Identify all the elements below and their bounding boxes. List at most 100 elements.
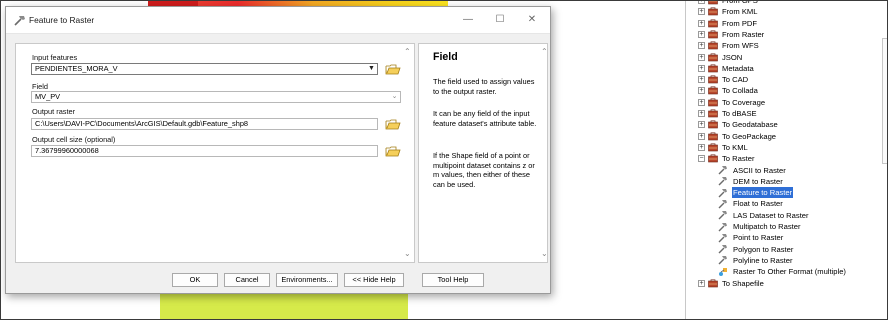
scroll-up-icon[interactable]: ⌃	[404, 47, 411, 56]
expand-icon[interactable]: +	[698, 64, 705, 72]
browse-folder-icon[interactable]	[385, 144, 401, 158]
toolset-icon	[708, 132, 718, 140]
ok-button[interactable]: OK	[172, 273, 218, 287]
minimize-button[interactable]: —	[456, 13, 480, 27]
toolset-item[interactable]: + From WFS	[698, 40, 760, 51]
toolbox-tree: + From GPS + From KML + From PDF + From Raster +…	[686, 0, 888, 320]
toolset-item[interactable]: + To KML	[698, 142, 749, 153]
toolset-item[interactable]: + From PDF	[698, 18, 758, 29]
toolset-icon	[708, 154, 718, 163]
scroll-down-icon[interactable]: ⌄	[404, 249, 411, 258]
output-raster-input[interactable]: C:\Users\DAVI-PC\Documents\ArcGIS\Defaul…	[31, 118, 378, 130]
toolset-item[interactable]: + To Shapefile	[698, 278, 765, 289]
expand-icon[interactable]: +	[698, 53, 705, 61]
collapse-icon[interactable]: −	[698, 155, 705, 163]
input-features-value: PENDIENTES_MORA_V	[35, 64, 118, 73]
chevron-down-icon[interactable]: ⌄	[389, 92, 400, 102]
hammer-icon	[718, 256, 727, 265]
tool-item[interactable]: Float to Raster	[718, 198, 784, 209]
tool-item[interactable]: Polyline to Raster	[718, 255, 794, 266]
toolset-item[interactable]: + To CAD	[698, 74, 749, 85]
toolset-item[interactable]: + JSON	[698, 52, 743, 63]
toolset-item[interactable]: + To Geodatabase	[698, 119, 779, 130]
input-features-dropdown[interactable]: PENDIENTES_MORA_V ▼	[31, 63, 378, 75]
cell-size-input[interactable]: 7.36799960000068	[31, 145, 378, 157]
toolset-icon	[708, 41, 718, 50]
tree-item-label: To KML	[722, 142, 748, 152]
toolset-item[interactable]: − To Raster	[698, 153, 756, 164]
feature-to-raster-dialog: Feature to Raster — ☐ ✕ Input features P…	[5, 6, 551, 294]
tool-help-button[interactable]: Tool Help	[422, 273, 484, 287]
environments-button[interactable]: Environments...	[276, 273, 338, 287]
toolset-icon	[708, 109, 718, 118]
expand-icon[interactable]: +	[698, 279, 705, 287]
hammer-icon	[718, 199, 727, 209]
chevron-down-icon[interactable]: ▼	[366, 64, 377, 74]
tree-item-label: JSON	[722, 52, 743, 62]
output-raster-label: Output raster	[32, 107, 76, 116]
expand-icon[interactable]: +	[698, 76, 705, 84]
expand-icon[interactable]: +	[698, 19, 705, 27]
browse-folder-icon[interactable]	[385, 62, 401, 76]
expand-icon[interactable]: +	[698, 132, 705, 140]
expand-icon[interactable]: +	[698, 30, 705, 38]
toolset-icon	[708, 278, 718, 287]
tree-item-label: Feature to Raster	[732, 187, 794, 199]
toolset-icon	[708, 143, 718, 152]
hide-help-button[interactable]: << Hide Help	[344, 273, 404, 287]
tool-item[interactable]: DEM to Raster	[718, 176, 784, 187]
tool-item[interactable]: Polygon to Raster	[718, 244, 794, 255]
expand-icon[interactable]: +	[698, 110, 705, 117]
help-title: Field	[433, 51, 458, 63]
toolset-item[interactable]: + From Raster	[698, 29, 765, 40]
tool-item[interactable]: Raster To Other Format (multiple)	[718, 266, 847, 277]
toolset-item[interactable]: + To Collada	[698, 85, 759, 96]
dialog-title: Feature to Raster	[29, 15, 95, 25]
toolset-item[interactable]: + To GeoPackage	[698, 131, 777, 142]
maximize-button[interactable]: ☐	[488, 13, 512, 27]
expand-icon[interactable]: +	[698, 121, 705, 129]
scroll-up-icon[interactable]: ⌃	[541, 47, 548, 56]
toolset-icon	[708, 19, 718, 27]
hammer-icon	[718, 233, 727, 243]
tree-item-label: Polygon to Raster	[733, 244, 794, 254]
tool-item[interactable]: Feature to Raster	[718, 187, 794, 199]
hammer-icon	[718, 166, 727, 175]
browse-folder-icon[interactable]	[385, 117, 401, 131]
toolset-item[interactable]: + To dBASE	[698, 108, 758, 119]
toolset-icon	[708, 86, 718, 95]
cell-size-value: 7.36799960000068	[35, 146, 99, 155]
expand-icon[interactable]: +	[698, 87, 705, 95]
help-paragraph: It can be any field of the input feature…	[433, 109, 537, 128]
toolset-icon	[708, 0, 718, 5]
expand-icon[interactable]: +	[698, 0, 705, 4]
toolset-item[interactable]: + To Coverage	[698, 97, 766, 108]
hammer-icon	[718, 211, 727, 220]
tool-item[interactable]: LAS Dataset to Raster	[718, 210, 810, 221]
expand-icon[interactable]: +	[698, 143, 705, 151]
dialog-titlebar[interactable]: Feature to Raster — ☐ ✕	[6, 7, 550, 34]
toolset-item[interactable]: + From KML	[698, 6, 758, 17]
toolset-icon	[708, 98, 718, 106]
model-tool-icon	[719, 267, 727, 276]
help-paragraph: The field used to assign values to the o…	[433, 77, 535, 96]
toolset-item[interactable]: + Metadata	[698, 63, 755, 74]
toolset-icon	[708, 7, 718, 16]
hammer-icon	[718, 188, 727, 198]
tool-item[interactable]: ASCII to Raster	[718, 165, 787, 176]
close-button[interactable]: ✕	[520, 13, 544, 27]
cancel-button[interactable]: Cancel	[224, 273, 270, 287]
tree-item-label: From Raster	[722, 29, 765, 39]
tree-item-label: Multipatch to Raster	[733, 222, 801, 231]
toolset-item[interactable]: + From GPS	[698, 0, 759, 6]
panel-edge	[882, 38, 888, 164]
expand-icon[interactable]: +	[698, 98, 705, 106]
tool-item[interactable]: Multipatch to Raster	[718, 221, 802, 232]
toolset-icon	[708, 64, 718, 73]
field-dropdown[interactable]: MV_PV ⌄	[31, 91, 401, 103]
scroll-down-icon[interactable]: ⌄	[541, 249, 548, 258]
tree-item-label: From PDF	[722, 18, 758, 28]
expand-icon[interactable]: +	[698, 42, 705, 50]
tool-item[interactable]: Point to Raster	[718, 232, 784, 243]
expand-icon[interactable]: +	[698, 8, 705, 16]
